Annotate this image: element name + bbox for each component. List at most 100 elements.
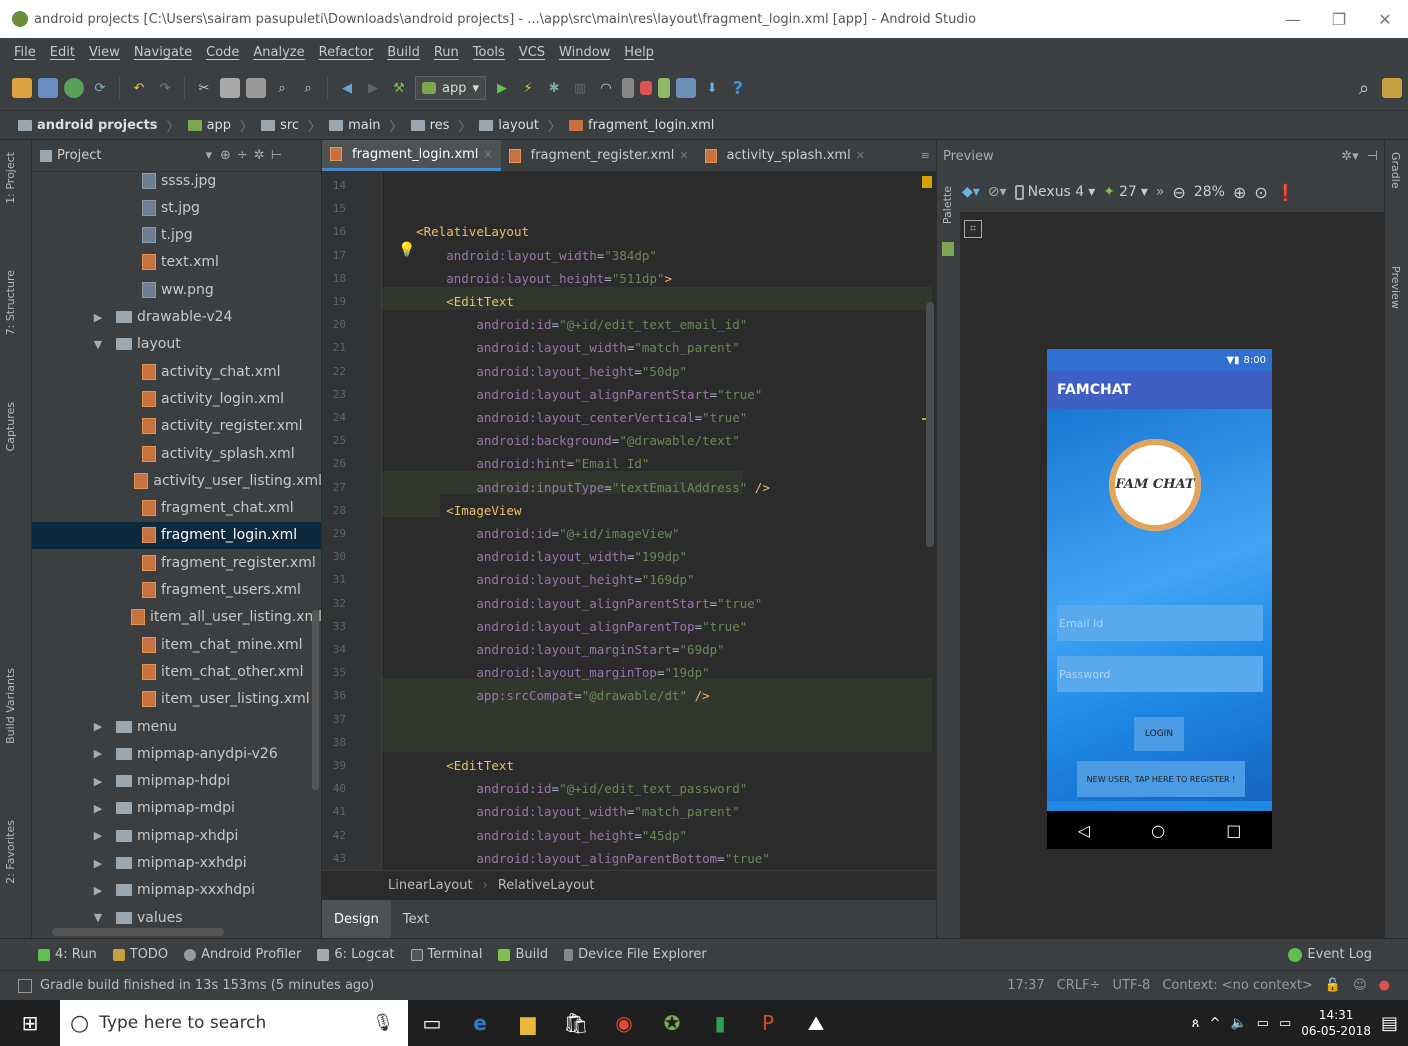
- notification-icon[interactable]: ▤: [1381, 1013, 1398, 1034]
- api-level-select[interactable]: ✦ 27 ▾: [1103, 184, 1148, 200]
- breadcrumb-item[interactable]: fragment_login.xml: [569, 118, 714, 133]
- inspector-icon[interactable]: ☺: [1353, 978, 1367, 993]
- back-icon[interactable]: ◀: [337, 78, 357, 98]
- close-button[interactable]: ✕: [1362, 10, 1408, 29]
- chevron-right-icon[interactable]: ▶: [90, 311, 106, 324]
- orientation-icon[interactable]: ⊘▾: [988, 184, 1007, 200]
- redo-icon[interactable]: ↷: [155, 78, 175, 98]
- people-icon[interactable]: ጰ: [1192, 1016, 1200, 1031]
- tray-chevron-icon[interactable]: ^: [1210, 1016, 1221, 1031]
- tree-item[interactable]: text.xml: [32, 249, 321, 276]
- target-icon[interactable]: ⊕: [220, 148, 231, 163]
- windows-start-icon[interactable]: ⊞: [0, 1000, 60, 1046]
- analysis-status-icon[interactable]: [922, 176, 932, 188]
- tree-item[interactable]: item_user_listing.xml: [32, 686, 321, 713]
- save-icon[interactable]: [38, 78, 58, 98]
- tool-tab-gradle[interactable]: Gradle: [1389, 152, 1402, 189]
- tree-item[interactable]: ▶ mipmap-mdpi: [32, 795, 321, 822]
- chevron-down-icon[interactable]: ▾: [205, 148, 212, 163]
- tool-todo[interactable]: TODO: [112, 947, 168, 962]
- tool-tab-project[interactable]: 1: Project: [4, 152, 17, 204]
- search-icon[interactable]: ⌕: [1354, 78, 1374, 99]
- tree-item[interactable]: ww.png: [32, 276, 321, 303]
- tab-fragment-login[interactable]: fragment_login.xml ✕: [322, 140, 501, 171]
- menu-code[interactable]: Code: [206, 45, 239, 60]
- error-icon[interactable]: ●: [1379, 978, 1390, 993]
- breadcrumb-item[interactable]: main 〉: [329, 116, 403, 135]
- tree-item[interactable]: ssss.jpg: [32, 167, 321, 194]
- tree-item[interactable]: ▶ mipmap-xxxhdpi: [32, 877, 321, 904]
- sdk-manager-icon[interactable]: ⬇: [702, 78, 722, 98]
- breadcrumb-item[interactable]: layout 〉: [479, 116, 561, 135]
- volume-icon[interactable]: 🔈: [1230, 1016, 1246, 1031]
- tree-item[interactable]: ▼ layout: [32, 331, 321, 358]
- project-structure-icon[interactable]: [676, 78, 697, 98]
- tool-device-file-explorer[interactable]: Device File Explorer: [564, 947, 707, 962]
- menu-refactor[interactable]: Refactor: [319, 45, 374, 60]
- tool-event-log[interactable]: Event Log: [1288, 947, 1372, 962]
- chevron-right-icon[interactable]: ▶: [90, 829, 106, 842]
- gear-icon[interactable]: ✲: [254, 148, 265, 163]
- chevron-right-icon[interactable]: ▶: [90, 720, 106, 733]
- forward-icon[interactable]: ▶: [363, 78, 383, 98]
- menu-vcs[interactable]: VCS: [519, 45, 545, 60]
- tool-tab-build-variants[interactable]: Build Variants: [4, 668, 17, 744]
- horizontal-scrollbar[interactable]: [52, 928, 224, 936]
- tree-item[interactable]: ▶ mipmap-hdpi: [32, 768, 321, 795]
- breadcrumb-item[interactable]: src 〉: [261, 116, 321, 135]
- collapse-icon[interactable]: ÷: [237, 148, 248, 163]
- replace-icon[interactable]: ⌕: [298, 78, 318, 98]
- overflow-icon[interactable]: »: [1156, 184, 1165, 200]
- line-separator[interactable]: CRLF÷: [1057, 978, 1101, 993]
- vertical-scrollbar[interactable]: [312, 610, 319, 790]
- file-explorer-icon[interactable]: ▆: [504, 1000, 552, 1046]
- make-project-icon[interactable]: ⚒: [389, 78, 409, 98]
- tree-item[interactable]: item_all_user_listing.xml: [32, 604, 321, 631]
- sync-icon[interactable]: [64, 78, 84, 98]
- code-editor[interactable]: 14 15 16 17 18 19 20 21 22 23 24 25 26 27 28 29 30 31 32 33…: [322, 172, 936, 870]
- apply-changes-icon[interactable]: ⚡: [518, 78, 538, 98]
- breadcrumb-item[interactable]: res 〉: [410, 116, 471, 135]
- edge-icon[interactable]: e: [456, 1000, 504, 1046]
- copy-icon[interactable]: [220, 78, 240, 98]
- taskbar-search[interactable]: ○ Type here to search 🎙: [60, 1000, 408, 1046]
- network-icon[interactable]: ▭: [1279, 1016, 1291, 1031]
- gear-icon[interactable]: ✲▾: [1341, 149, 1358, 164]
- menu-navigate[interactable]: Navigate: [134, 45, 192, 60]
- fit-screen-icon[interactable]: ⌗: [964, 220, 982, 238]
- zoom-fit-icon[interactable]: ⊙: [1254, 183, 1267, 202]
- toggle-tool-windows-icon[interactable]: [18, 978, 32, 993]
- tree-item[interactable]: activity_login.xml: [32, 385, 321, 412]
- tree-item[interactable]: activity_register.xml: [32, 413, 321, 440]
- menu-analyze[interactable]: Analyze: [253, 45, 304, 60]
- battery-icon[interactable]: ▭: [1257, 1016, 1269, 1031]
- menu-window[interactable]: Window: [559, 45, 610, 60]
- paste-icon[interactable]: [246, 78, 266, 98]
- open-folder-icon[interactable]: [12, 78, 32, 98]
- project-view-label[interactable]: Project: [57, 148, 101, 163]
- menu-view[interactable]: View: [89, 45, 120, 60]
- tool-terminal[interactable]: Terminal: [410, 947, 482, 962]
- breadcrumb-item[interactable]: android projects 〉: [18, 116, 180, 135]
- store-icon[interactable]: 🛍: [552, 1000, 600, 1046]
- tool-tab-favorites[interactable]: 2: Favorites: [4, 820, 17, 884]
- menu-run[interactable]: Run: [434, 45, 459, 60]
- android-studio-taskbar-icon[interactable]: ✪: [648, 1000, 696, 1046]
- tree-item[interactable]: fragment_register.xml: [32, 549, 321, 576]
- find-icon[interactable]: ⌕: [272, 78, 292, 98]
- tree-item[interactable]: item_chat_mine.xml: [32, 631, 321, 658]
- chevron-right-icon[interactable]: ▶: [90, 884, 106, 897]
- task-view-icon[interactable]: ▭: [408, 1000, 456, 1046]
- file-encoding[interactable]: UTF-8: [1112, 978, 1150, 993]
- lock-icon[interactable]: 🔓: [1325, 978, 1341, 993]
- close-icon[interactable]: ✕: [483, 148, 492, 161]
- chevron-right-icon[interactable]: ▶: [90, 802, 106, 815]
- zoom-out-icon[interactable]: ⊖: [1172, 183, 1185, 202]
- editor-scrollbar[interactable]: [926, 302, 934, 547]
- stop-icon[interactable]: [640, 81, 653, 95]
- help-icon[interactable]: ?: [728, 78, 748, 99]
- tab-activity-splash[interactable]: activity_splash.xml ✕: [697, 140, 873, 171]
- tree-item[interactable]: fragment_users.xml: [32, 577, 321, 604]
- xml-crumb-relativelayout[interactable]: RelativeLayout: [498, 878, 595, 893]
- warning-icon[interactable]: ❗: [1276, 183, 1296, 202]
